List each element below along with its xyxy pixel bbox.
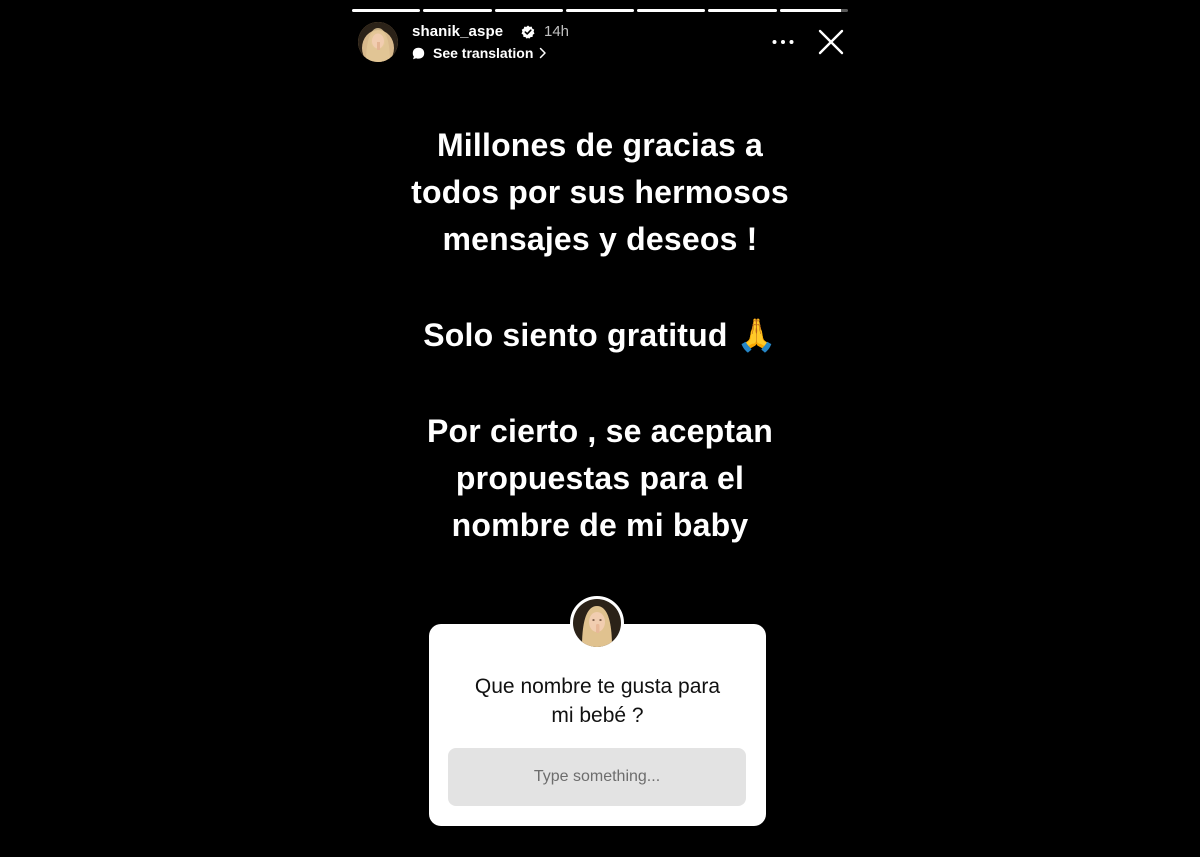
sticker-avatar [570,596,624,650]
progress-segment [779,9,848,12]
caption-line: Por cierto , se aceptan [426,413,774,449]
caption-line: mensajes y deseos ! [442,221,758,257]
progress-segment [565,9,635,12]
caption-line: todos por sus hermosos [411,174,789,210]
story-viewer: shanik_aspe 14h See translation Millones… [0,0,1200,857]
chat-bubble-icon [412,47,425,59]
progress-segment [423,9,492,12]
question-line: Que nombre te gusta para [474,675,721,698]
progress-segment [637,9,706,12]
sticker-question-text: Que nombre te gusta para mi bebé ? [429,672,766,730]
question-sticker[interactable]: Que nombre te gusta para mi bebé ? Type s… [429,624,766,826]
profile-photo-icon [358,22,398,62]
caption-line: nombre de mi baby [451,507,749,543]
caption-paragraph: Solo siento gratitud 🙏 [352,312,848,359]
more-options-icon[interactable] [770,32,796,52]
progress-segment [708,9,777,12]
author-username[interactable]: shanik_aspe [412,23,503,40]
sticker-input-placeholder: Type something... [533,768,661,785]
caption-paragraph: Millones de gracias a todos por sus hermo… [352,122,848,263]
sticker-answer-input[interactable]: Type something... [448,748,746,806]
question-line: mi bebé ? [551,704,644,727]
story-caption: Millones de gracias a todos por sus hermo… [352,122,848,549]
caption-line: Millones de gracias a [436,127,764,163]
see-translation-label: See translation [433,45,534,61]
profile-photo-icon [573,599,621,647]
caption-line: propuestas para el [455,460,745,496]
progress-segment [352,9,421,12]
verified-badge-icon [521,25,535,39]
close-icon[interactable] [817,28,845,56]
caption-line: Solo siento gratitud 🙏 [423,317,777,353]
see-translation-link[interactable]: See translation [412,44,547,62]
progress-segment [494,9,563,12]
post-time: 14h [544,23,570,40]
story-progress-bar [352,9,848,12]
chevron-right-icon [540,47,547,59]
story-header: shanik_aspe 14h See translation [358,20,848,66]
caption-paragraph: Por cierto , se aceptan propuestas para e… [352,408,848,549]
author-avatar[interactable] [358,22,398,62]
